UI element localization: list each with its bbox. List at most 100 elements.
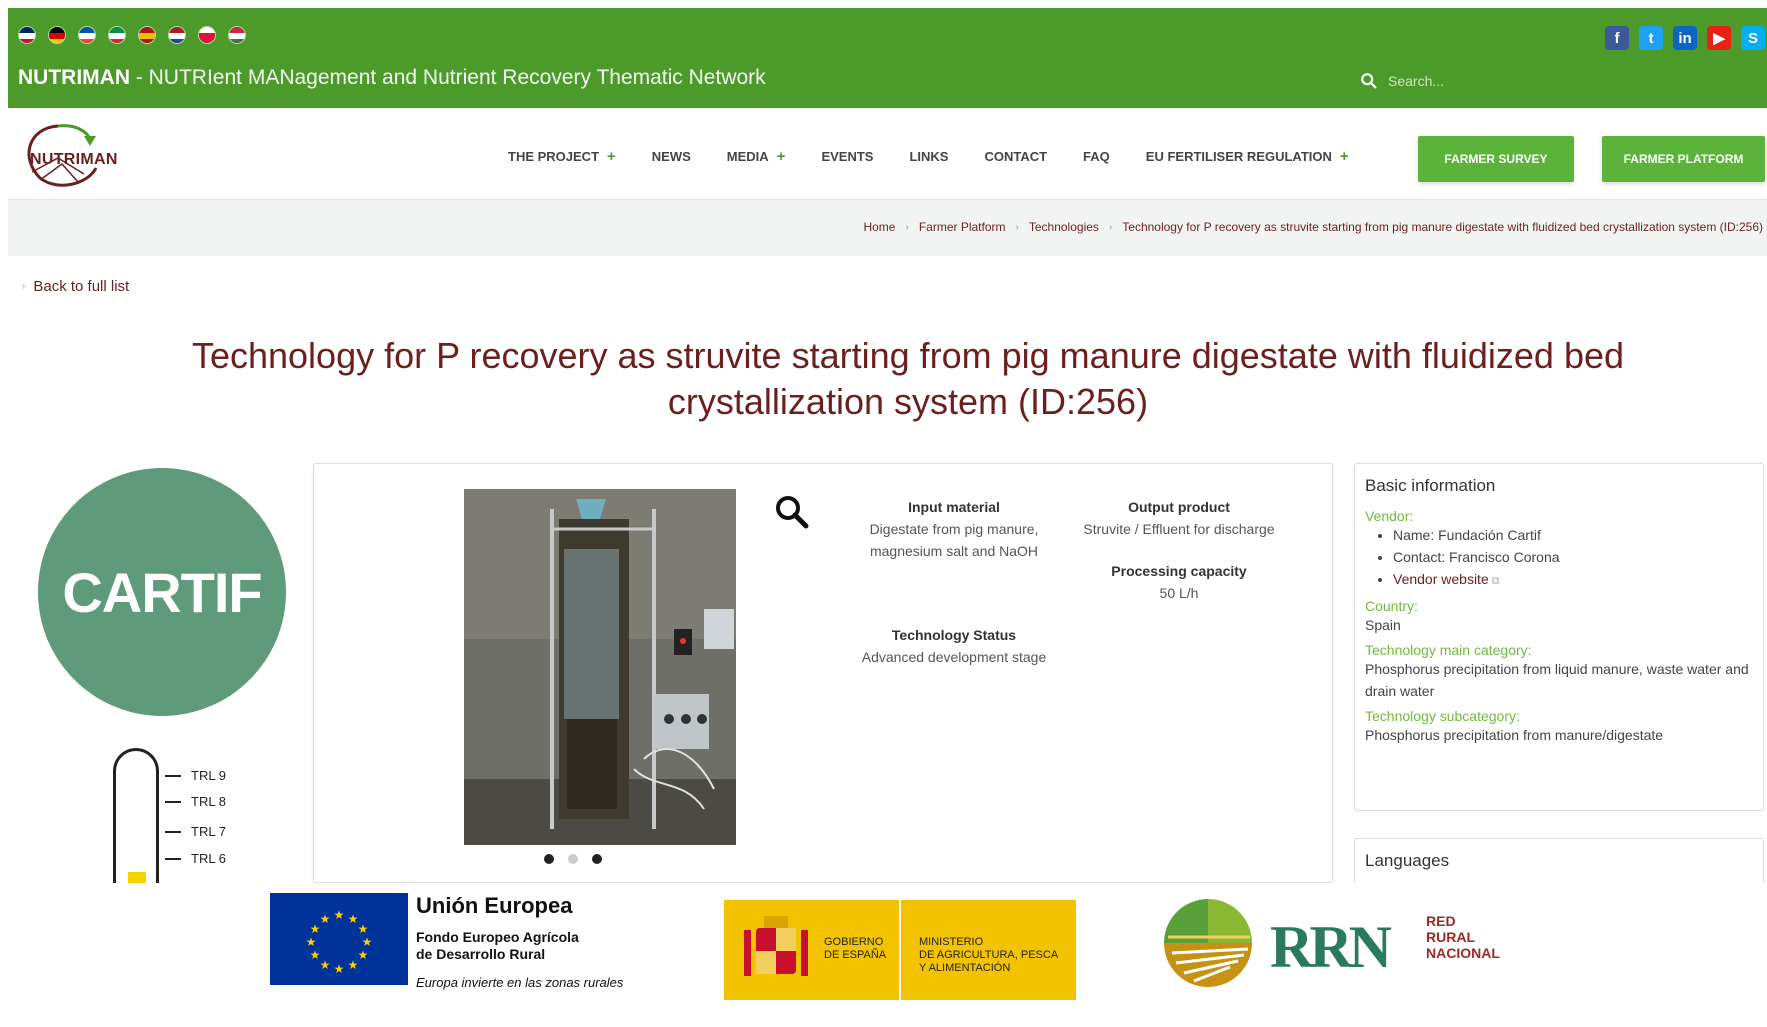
ministerio-line: DE AGRICULTURA, PESCA — [919, 949, 1059, 961]
technology-card: Input material Digestate from pig manure… — [313, 463, 1333, 883]
uk-flag-icon[interactable] — [18, 26, 36, 44]
output-product-heading: Output product — [1128, 499, 1230, 515]
vendor-list: Name: Fundación Cartif Contact: Francisc… — [1393, 524, 1753, 592]
gobierno-line: GOBIERNO — [824, 936, 884, 948]
svg-text:★: ★ — [306, 935, 317, 949]
svg-text:★: ★ — [320, 912, 331, 926]
back-to-list-link[interactable]: › Back to full list — [22, 278, 129, 295]
language-flags — [18, 26, 246, 44]
nav-item-label: LINKS — [909, 149, 949, 164]
farmer-platform-button[interactable]: FARMER PLATFORM — [1602, 136, 1765, 182]
breadcrumb-separator-icon: › — [905, 221, 909, 233]
linkedin-icon[interactable]: in — [1673, 26, 1697, 50]
trl-level: TRL 9 — [165, 768, 226, 783]
trl-fill — [128, 872, 146, 883]
gobierno-text: GOBIERNO DE ESPAÑA — [824, 936, 886, 962]
nav-item-events[interactable]: EVENTS — [821, 148, 873, 165]
breadcrumb-item[interactable]: Technologies — [1029, 220, 1099, 234]
breadcrumb-separator-icon: › — [1108, 221, 1113, 233]
svg-text:★: ★ — [358, 922, 369, 936]
nav-item-label: NEWS — [651, 149, 691, 164]
nav-item-links[interactable]: LINKS — [909, 148, 948, 165]
svg-text:★: ★ — [334, 908, 345, 922]
nav-item-label: EU FERTILISER REGULATION — [1145, 149, 1332, 164]
svg-text:★: ★ — [310, 948, 321, 962]
trl-gauge: TRL 9 TRL 8 TRL 7 TRL 6 — [113, 748, 313, 883]
trl-level: TRL 7 — [165, 824, 226, 839]
nav-item-contact[interactable]: CONTACT — [984, 148, 1047, 165]
breadcrumb-item[interactable]: Home — [863, 220, 895, 234]
svg-text:★: ★ — [320, 958, 331, 972]
rrn-word: NACIONAL — [1426, 945, 1500, 961]
breadcrumb-bar: Home › Farmer Platform › Technologies › Techno… — [8, 200, 1767, 256]
social-links: f t in ▶ S — [1605, 26, 1765, 50]
search-icon[interactable] — [1360, 72, 1378, 90]
site-title[interactable]: NUTRIMAN - NUTRIent MANagement and Nutri… — [18, 66, 766, 90]
nl-flag-icon[interactable] — [168, 26, 186, 44]
gobierno-logo: GOBIERNO DE ESPAÑA MINISTERIO DE AGRICUL… — [724, 900, 1076, 1000]
input-material-value: Digestate from pig manure, — [869, 521, 1039, 537]
search-input[interactable] — [1388, 73, 1568, 89]
country-value: Spain — [1365, 617, 1401, 633]
eu-text: Unión Europea Fondo Europeo Agrícola de … — [416, 893, 623, 990]
spain-coat-of-arms-icon — [744, 916, 808, 976]
nav-item-faq[interactable]: FAQ — [1083, 148, 1110, 165]
rrn-letters: RRN — [1270, 914, 1392, 980]
carousel-dot[interactable] — [568, 854, 578, 864]
vendor-website-link[interactable]: Vendor website — [1393, 571, 1489, 587]
main-category-label: Technology main category: — [1365, 642, 1532, 658]
fr-flag-icon[interactable] — [78, 26, 96, 44]
nav-item-eu-fertiliser-regulation[interactable]: EU FERTILISER REGULATION + — [1146, 148, 1349, 165]
nav-item-media[interactable]: MEDIA + — [727, 148, 786, 165]
nav-item-label: EVENTS — [821, 149, 874, 164]
breadcrumb-item[interactable]: Farmer Platform — [919, 220, 1006, 234]
magnifier-icon[interactable] — [774, 494, 810, 530]
subcategory-label: Technology subcategory: — [1365, 708, 1520, 724]
breadcrumb-separator-icon: › — [1015, 221, 1019, 233]
skype-icon[interactable]: S — [1741, 26, 1765, 50]
title-line-1: Technology for P recovery as struvite st… — [191, 335, 1625, 376]
pl-flag-icon[interactable] — [198, 26, 216, 44]
es-flag-icon[interactable] — [138, 26, 156, 44]
eu-fund-line: Fondo Europeo Agrícola — [416, 929, 579, 945]
main-category-value: Phosphorus precipitation from liquid man… — [1365, 661, 1749, 699]
plus-icon: + — [1339, 148, 1349, 165]
de-flag-icon[interactable] — [48, 26, 66, 44]
youtube-icon[interactable]: ▶ — [1707, 26, 1731, 50]
nav-item-the-project[interactable]: THE PROJECT + — [508, 148, 616, 165]
nav-item-news[interactable]: NEWS — [652, 148, 691, 165]
processing-capacity-heading: Processing capacity — [1111, 563, 1247, 579]
twitter-icon[interactable]: t — [1639, 26, 1663, 50]
vendor-name: Name: Fundación Cartif — [1393, 524, 1753, 546]
hu-flag-icon[interactable] — [228, 26, 246, 44]
breadcrumb: Home › Farmer Platform › Technologies › Techno… — [863, 220, 1763, 234]
gobierno-line: DE ESPAÑA — [824, 949, 887, 961]
trl-level: TRL 8 — [165, 794, 226, 809]
output-product-value: Struvite / Effluent for discharge — [1083, 521, 1275, 537]
back-link-label: Back to full list — [33, 278, 130, 295]
processing-capacity: Processing capacity 50 L/h — [1074, 560, 1284, 604]
page-title: Technology for P recovery as struvite st… — [88, 333, 1728, 425]
vendor-logo: CARTIF — [38, 468, 286, 716]
technology-photo[interactable] — [464, 489, 736, 845]
rrn-word: RED — [1426, 913, 1456, 929]
nav-item-label: MEDIA — [726, 149, 769, 164]
external-link-icon: ⧉ — [1488, 575, 1500, 587]
facebook-icon[interactable]: f — [1605, 26, 1629, 50]
title-line-2: crystallization system (ID:256) — [667, 381, 1149, 422]
eu-fund-line: de Desarrollo Rural — [416, 946, 546, 962]
eu-fund: Fondo Europeo Agrícola de Desarrollo Rur… — [416, 929, 623, 963]
plus-icon: + — [776, 148, 786, 165]
vendor-contact: Contact: Francisco Corona — [1393, 546, 1753, 568]
it-flag-icon[interactable] — [108, 26, 126, 44]
basic-information-title: Basic information — [1365, 476, 1496, 495]
carousel-dot[interactable] — [544, 854, 554, 864]
vendor-label: Vendor: — [1365, 508, 1414, 524]
breadcrumb-item: Technology for P recovery as struvite st… — [1122, 220, 1763, 234]
nav-item-label: THE PROJECT — [508, 149, 600, 164]
carousel-dot[interactable] — [592, 854, 602, 864]
brand-tagline: - NUTRIent MANagement and Nutrient Recov… — [129, 66, 766, 89]
farmer-survey-button[interactable]: FARMER SURVEY — [1418, 136, 1574, 182]
input-material-value: magnesium salt and NaOH — [869, 543, 1039, 559]
nutriman-logo[interactable]: NUTRIMAN — [18, 118, 128, 190]
